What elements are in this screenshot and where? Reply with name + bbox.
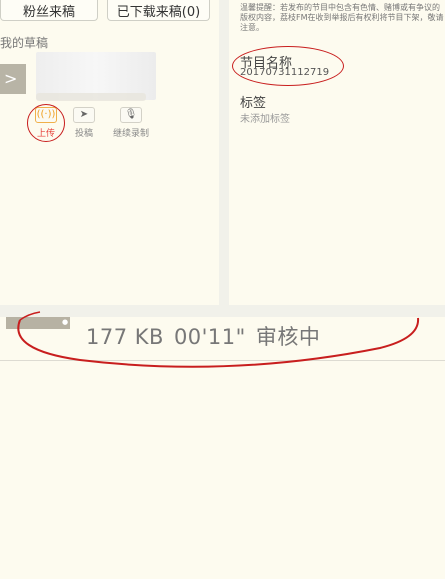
mic-icon: 🎙 xyxy=(120,107,142,123)
annotation-circle-upload xyxy=(27,104,65,142)
submit-label: 投稿 xyxy=(74,129,93,139)
send-icon: ➤ xyxy=(73,107,95,123)
warning-notice: 温馨提醒：若发布的节目中包含有色情、赌博或有争议的版权内容，荔枝FM在收到举报后… xyxy=(240,3,444,32)
submit-button[interactable]: ➤ 投稿 xyxy=(64,107,104,139)
tab-downloaded-submissions[interactable]: 已下载来稿(0) xyxy=(107,0,210,21)
draft-thumbnail[interactable]: > xyxy=(0,64,26,94)
play-icon: > xyxy=(4,69,18,88)
draft-meta-redacted xyxy=(36,93,146,101)
tags-value[interactable]: 未添加标签 xyxy=(240,110,290,125)
section-title: 我的草稿 xyxy=(0,36,49,50)
continue-recording-label: 继续录制 xyxy=(112,129,149,139)
continue-recording-button[interactable]: 🎙 继续录制 xyxy=(110,107,152,139)
annotation-ellipse-status xyxy=(17,311,420,368)
tags-label: 标签 xyxy=(240,96,267,111)
annotation-oval-program-name xyxy=(232,46,344,86)
tab-fan-submissions[interactable]: 粉丝来稿 xyxy=(0,0,98,21)
